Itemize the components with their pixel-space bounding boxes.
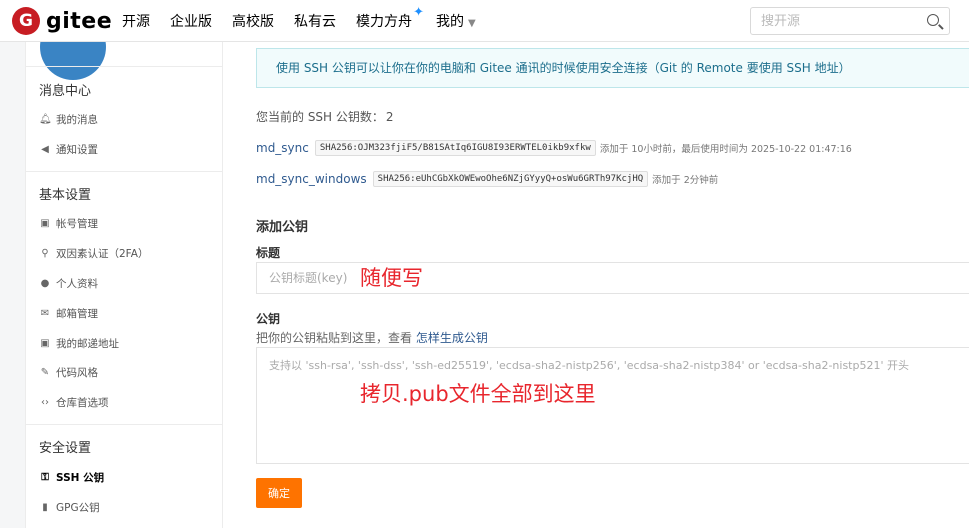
sidebar-item-label: 我的邮递地址 [56,338,119,350]
key-field-hint: 把你的公钥粘贴到这里，查看 怎样生成公钥 [256,329,488,346]
ssh-key-meta: 添加于 10小时前，最后使用时间为 2025-10-22 01:47:16 [599,144,852,155]
sidebar-item-profile[interactable]: ● 个人资料 [39,276,98,291]
sidebar-item-label: 双因素认证（2FA） [56,248,149,260]
sidebar-item-gpg-keys[interactable]: ▮ GPG公钥 [39,500,100,515]
gitee-logo-icon: G [12,7,40,35]
sidebar-item-label: 帐号管理 [56,218,98,230]
sidebar-item-label: 通知设置 [56,144,98,156]
sidebar-item-repo-preferences[interactable]: ‹› 仓库首选项 [39,395,109,410]
sidebar-item-notification-settings[interactable]: ◀︎ 通知设置 [39,142,98,157]
sidebar-divider [26,66,222,67]
ssh-keys-panel: 使用 SSH 公钥可以让你在你的电脑和 Gitee 通讯的时候使用安全连接（Gi… [223,42,969,528]
user-shield-icon: ⚲ [41,248,49,259]
sidebar-divider [26,171,222,172]
search-input[interactable] [751,8,931,34]
bell-icon: 🔔︎ [39,114,52,125]
ssh-key-row: md_sync_windows SHA256:eUhCGbXkOWEwoOhe6… [256,171,718,187]
nav-mine[interactable]: 我的 ▼ [436,11,476,31]
nav-open-source[interactable]: 开源 [122,11,150,31]
title-field-label: 标题 [256,246,281,260]
ssh-key-row: md_sync SHA256:OJM323fjiF5/B81SAtIq6IGU8… [256,140,852,156]
envelope-icon: ✉ [40,308,50,319]
sidebar-item-label: 邮箱管理 [56,308,98,320]
sidebar-divider [26,424,222,425]
nav-moli-fangzhou-label: 模力方舟 [356,14,412,30]
sidebar-item-my-messages[interactable]: 🔔︎ 我的消息 [39,112,98,127]
ssh-key-name[interactable]: md_sync_windows [256,172,367,186]
user-icon: ● [40,278,50,289]
ssh-key-fingerprint: SHA256:OJM323fjiF5/B81SAtIq6IGU8I93ERWTE… [314,140,596,156]
section-title-messages: 消息中心 [39,84,92,99]
section-title-security: 安全设置 [39,441,92,456]
key-count: 您当前的 SSH 公钥数： 2 [256,108,394,125]
nav-private-cloud[interactable]: 私有云 [294,11,336,31]
sidebar-item-label: 仓库首选项 [56,397,109,409]
sidebar-item-label: 个人资料 [56,278,98,290]
sidebar-item-label: SSH 公钥 [56,472,105,484]
gitee-logo[interactable]: G gitee [12,7,112,35]
annotation-key-note: 拷贝.pub文件全部到这里 [360,382,596,406]
speaker-icon: ◀︎ [41,144,49,155]
sidebar-item-label: 我的消息 [56,114,98,126]
ssh-key-fingerprint: SHA256:eUhCGbXkOWEwoOhe6NZjGYyyQ+osWu6GR… [372,171,649,187]
nav-enterprise[interactable]: 企业版 [170,11,212,31]
main-nav: 开源 企业版 高校版 私有云 模力方舟 ✦ 我的 ▼ [122,0,496,42]
sidebar-item-postal-address[interactable]: ▣ 我的邮递地址 [39,336,119,351]
sidebar-item-account[interactable]: ▣ 帐号管理 [39,216,98,231]
annotation-title-note: 随便写 [360,266,423,290]
id-card-icon: ▣ [40,218,50,229]
nav-moli-fangzhou[interactable]: 模力方舟 ✦ [356,5,424,31]
lock-icon: ▮ [42,502,48,513]
nav-mine-label: 我的 [436,14,464,30]
code-icon: ‹› [41,397,49,408]
key-count-label: 您当前的 SSH 公钥数： [256,110,384,124]
key-hint-text: 把你的公钥粘贴到这里，查看 [256,331,413,345]
brush-icon: ✎ [40,367,50,378]
key-field-label: 公钥 [256,312,281,326]
search-box [750,7,950,35]
ssh-key-meta: 添加于 2分钟前 [652,175,719,186]
sidebar-item-email[interactable]: ✉ 邮箱管理 [39,306,98,321]
key-count-value: 2 [385,110,394,124]
info-notice: 使用 SSH 公钥可以让你在你的电脑和 Gitee 通讯的时候使用安全连接（Gi… [256,48,969,88]
settings-sidebar: 消息中心 🔔︎ 我的消息 ◀︎ 通知设置 基本设置 ▣ 帐号管理 ⚲ 双因素认证（2FA… [25,42,223,528]
gitee-logo-text: gitee [46,8,113,34]
caret-down-icon: ▼ [468,18,476,29]
sidebar-item-2fa[interactable]: ⚲ 双因素认证（2FA） [39,246,148,261]
nav-education[interactable]: 高校版 [232,11,274,31]
sidebar-item-label: GPG公钥 [56,502,100,514]
confirm-button[interactable]: 确定 [256,478,302,508]
ssh-key-name[interactable]: md_sync [256,141,309,155]
avatar[interactable] [40,42,106,80]
sidebar-item-label: 代码风格 [56,367,98,379]
section-title-basic-settings: 基本设置 [39,188,92,203]
sparkle-icon: ✦ [413,5,424,20]
search-icon[interactable] [927,14,939,26]
add-key-heading: 添加公钥 [256,220,309,235]
key-icon: ⚿ [41,472,49,483]
top-navbar: G gitee 开源 企业版 高校版 私有云 模力方舟 ✦ 我的 ▼ [0,0,969,42]
address-card-icon: ▣ [40,338,50,349]
sidebar-item-ssh-keys[interactable]: ⚿ SSH 公钥 [39,470,104,485]
how-to-generate-key-link[interactable]: 怎样生成公钥 [416,331,488,345]
sidebar-item-code-style[interactable]: ✎ 代码风格 [39,365,98,380]
